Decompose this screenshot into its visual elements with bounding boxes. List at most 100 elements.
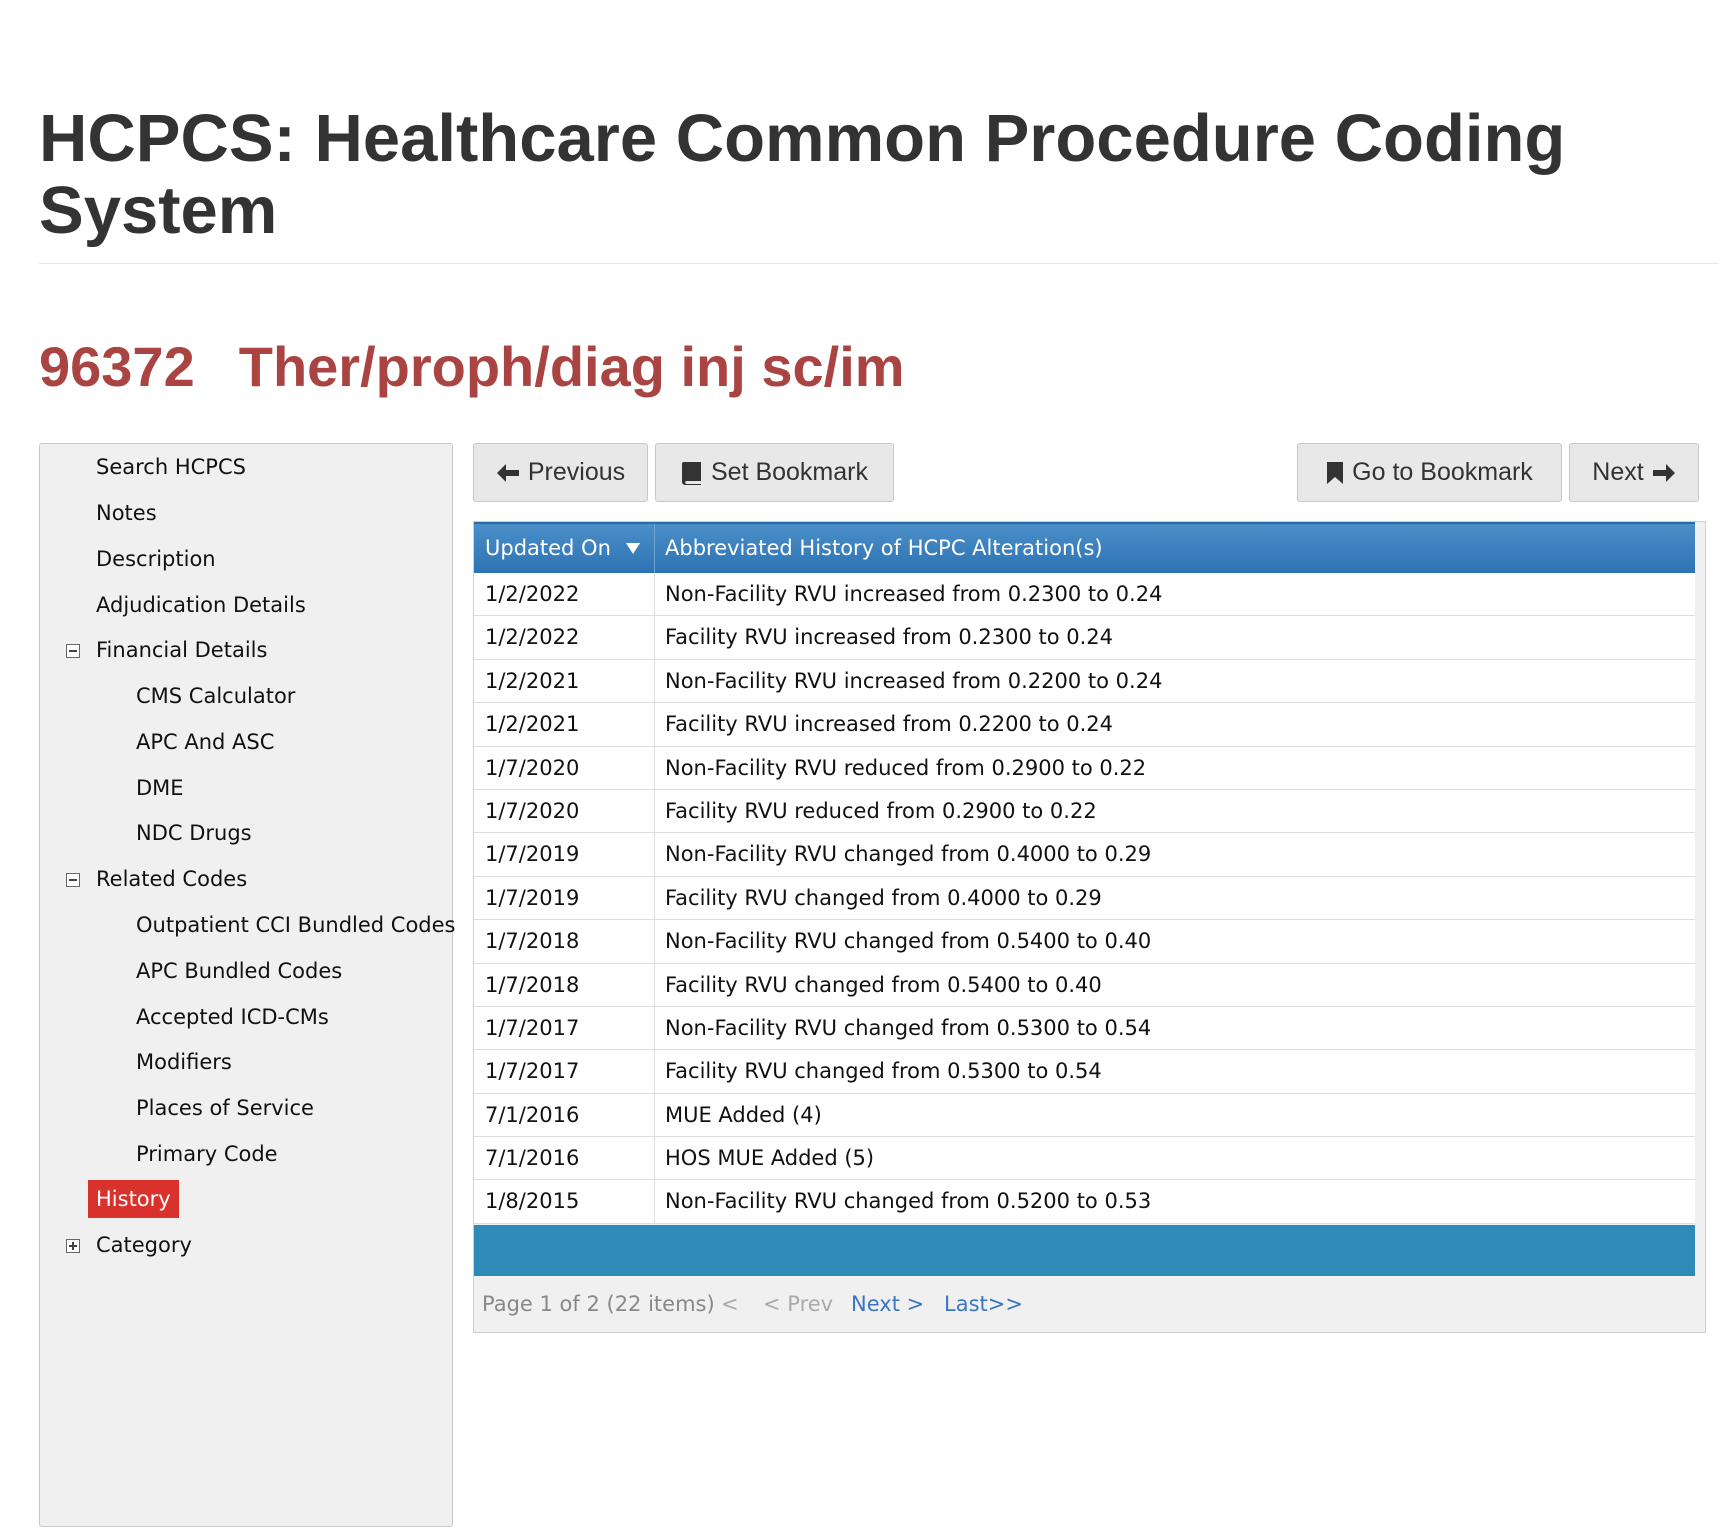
table-row: 1/8/2015 Non-Facility RVU changed from 0.… [474,1180,1695,1224]
table-footer-bar [474,1225,1695,1276]
code-number: 96372 [39,335,195,398]
table-body: 1/2/2022 Non-Facility RVU increased from … [474,573,1695,1224]
row-change: Facility RVU changed from 0.4000 to 0.29 [665,885,1102,910]
sidebar-nav: Search HCPCS Notes Description Adjudicat… [39,443,456,1527]
book-icon [681,461,701,485]
set-bookmark-button[interactable]: Set Bookmark [655,443,894,502]
row-date: 1/2/2021 [485,668,580,693]
sidebar-item-places-of-service[interactable]: Places of Service [136,1093,314,1123]
cell-divider [654,963,655,1006]
cell-divider [654,1093,655,1137]
code-description: Ther/proph/diag inj sc/im [238,335,905,398]
cell-divider [654,833,655,876]
row-date: 1/7/2020 [485,755,580,780]
sidebar-item-notes[interactable]: Notes [96,498,157,528]
cell-divider [654,703,655,746]
sidebar-item-search-hcpcs[interactable]: Search HCPCS [96,452,246,482]
row-change: Facility RVU changed from 0.5400 to 0.40 [665,972,1102,997]
row-date: 1/2/2022 [485,625,580,650]
table-header: Updated On Abbreviated History of HCPC A… [474,522,1695,573]
pager-info: Page 1 of 2 (22 items) [482,1292,715,1316]
sidebar-item-ndc-drugs[interactable]: NDC Drugs [136,818,252,848]
row-change: Non-Facility RVU changed from 0.4000 to … [665,842,1152,867]
arrow-left-icon [496,463,519,482]
pager-first-link[interactable]: < [721,1292,739,1316]
sidebar-item-modifiers[interactable]: Modifiers [136,1047,232,1077]
row-change: Non-Facility RVU changed from 0.5300 to … [665,1015,1152,1040]
sidebar-item-apc-bundled-codes[interactable]: APC Bundled Codes [136,956,342,986]
sidebar-item-outpatient-cci-bundled-codes[interactable]: Outpatient CCI Bundled Codes [136,910,456,940]
row-date: 7/1/2016 [485,1146,580,1171]
pager-last-link[interactable]: Last>> [944,1292,1023,1316]
cell-divider [654,789,655,833]
table-row: 1/2/2022 Facility RVU increased from 0.23… [474,616,1695,660]
row-change: Non-Facility RVU increased from 0.2200 t… [665,668,1163,693]
cell-divider [654,573,655,616]
sidebar-item-cms-calculator[interactable]: CMS Calculator [136,681,295,711]
sidebar-item-description[interactable]: Description [96,544,216,574]
cell-divider [654,616,655,659]
go-to-bookmark-button[interactable]: Go to Bookmark [1297,443,1562,502]
previous-button[interactable]: Previous [473,443,648,502]
row-date: 1/7/2018 [485,972,580,997]
pager-next-link[interactable]: Next > [851,1292,924,1316]
sidebar-item-related-codes[interactable]: Related Codes [96,864,247,894]
row-change: Facility RVU changed from 0.5300 to 0.54 [665,1059,1102,1084]
table-row: 1/7/2019 Facility RVU changed from 0.4000… [474,876,1695,921]
cell-divider [654,1180,655,1223]
row-change: Facility RVU reduced from 0.2900 to 0.22 [665,798,1097,823]
next-button[interactable]: Next [1569,443,1699,502]
cell-divider [654,1050,655,1093]
table-row: 1/7/2020 Non-Facility RVU reduced from 0.… [474,746,1695,790]
table-row: 7/1/2016 MUE Added (4) [474,1093,1695,1138]
sidebar-item-apc-and-asc[interactable]: APC And ASC [136,727,274,757]
table-row: 1/2/2021 Non-Facility RVU increased from … [474,659,1695,704]
sidebar-item-financial-details[interactable]: Financial Details [96,635,267,665]
row-change: Non-Facility RVU changed from 0.5200 to … [665,1189,1152,1214]
pager-prev-link[interactable]: < Prev [763,1292,833,1316]
expand-category-icon[interactable] [66,1239,80,1253]
sidebar-item-primary-code[interactable]: Primary Code [136,1139,278,1169]
row-change: Non-Facility RVU increased from 0.2300 t… [665,582,1163,606]
row-date: 7/1/2016 [485,1102,580,1127]
cell-divider [654,746,655,789]
collapse-related-codes-icon[interactable] [66,873,80,887]
cell-divider [654,659,655,703]
row-change: Non-Facility RVU changed from 0.5400 to … [665,929,1152,954]
row-date: 1/7/2020 [485,798,580,823]
row-date: 1/7/2019 [485,885,580,910]
sidebar-item-dme[interactable]: DME [136,773,184,803]
arrow-right-icon [1652,463,1675,482]
sidebar-item-accepted-icd-cms[interactable]: Accepted ICD-CMs [136,1002,329,1032]
cell-divider [654,1137,655,1180]
sidebar-item-category[interactable]: Category [96,1230,192,1260]
sidebar-item-adjudication-details[interactable]: Adjudication Details [96,590,306,620]
collapse-financial-details-icon[interactable] [66,644,80,658]
row-date: 1/7/2017 [485,1059,580,1084]
sidebar-item-history[interactable]: History [88,1180,179,1218]
column-divider [654,524,655,573]
row-date: 1/7/2019 [485,842,580,867]
bookmark-icon [1327,461,1344,484]
table-row: 1/7/2019 Non-Facility RVU changed from 0.… [474,833,1695,877]
cell-divider [654,876,655,920]
next-label: Next [1592,458,1644,486]
table-row: 1/2/2022 Non-Facility RVU increased from … [474,573,1695,617]
code-heading: 96372 Ther/proph/diag inj sc/im [39,334,905,399]
set-bookmark-label: Set Bookmark [710,458,868,486]
go-to-bookmark-label: Go to Bookmark [1352,458,1533,486]
table-row: 1/7/2018 Non-Facility RVU changed from 0.… [474,920,1695,964]
table-row: 1/7/2017 Non-Facility RVU changed from 0.… [474,1006,1695,1051]
column-header-updated-on[interactable]: Updated On [485,524,611,573]
title-divider [39,263,1719,264]
table-row: 7/1/2016 HOS MUE Added (5) [474,1137,1695,1181]
table-row: 1/7/2018 Facility RVU changed from 0.5400… [474,963,1695,1007]
sort-descending-icon[interactable] [626,543,640,554]
table-row: 1/7/2017 Facility RVU changed from 0.5300… [474,1050,1695,1094]
row-date: 1/7/2017 [485,1015,580,1040]
table-row: 1/2/2021 Facility RVU increased from 0.22… [474,703,1695,747]
history-table: Updated On Abbreviated History of HCPC A… [473,521,1706,1333]
column-header-history[interactable]: Abbreviated History of HCPC Alteration(s… [665,524,1103,573]
table-row: 1/7/2020 Facility RVU reduced from 0.2900… [474,789,1695,834]
row-date: 1/2/2022 [485,582,580,606]
